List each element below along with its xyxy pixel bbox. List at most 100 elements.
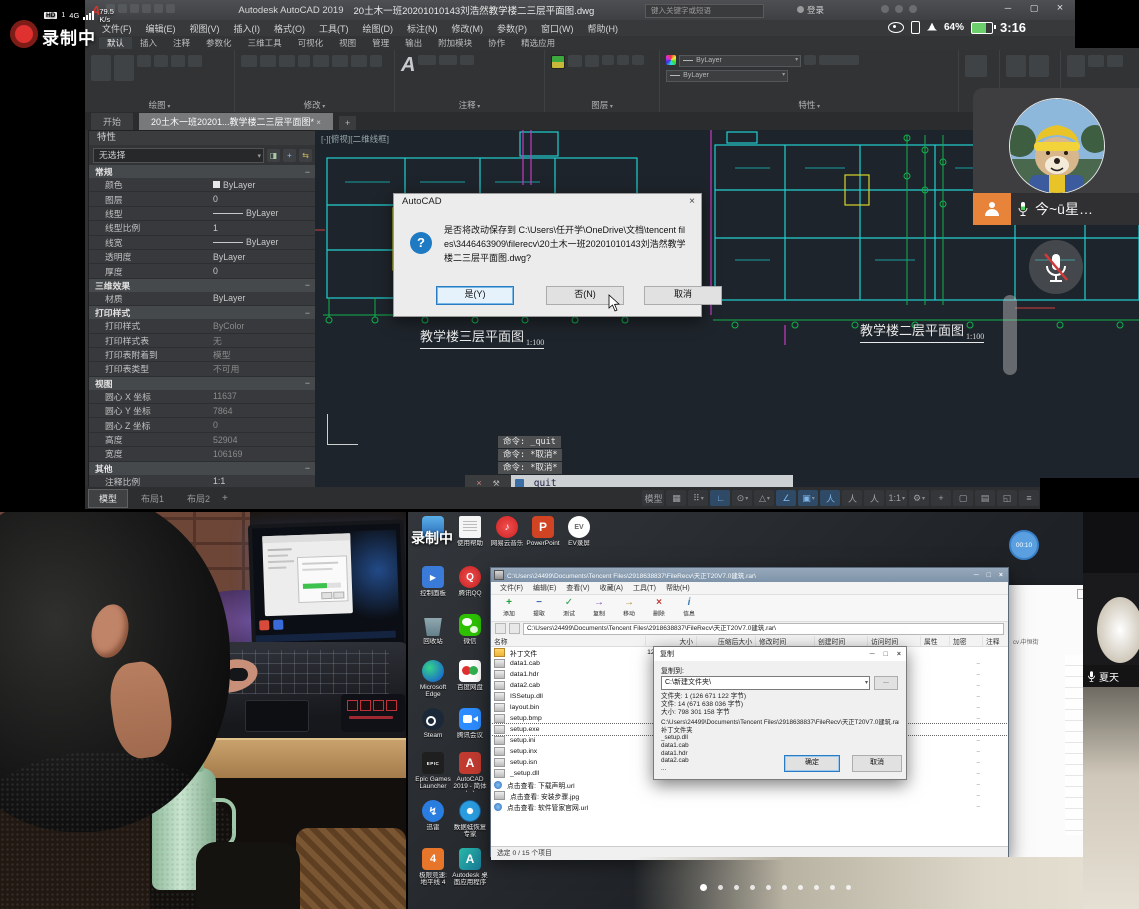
- desktop-icon-help[interactable]: 使用帮助: [452, 516, 488, 547]
- desktop-icon-datafrog[interactable]: 数据蛙恢复专家: [452, 800, 488, 839]
- file-row[interactable]: 点击查看: 软件管家官网.url: [491, 801, 1008, 812]
- status-menu-icon[interactable]: [1019, 490, 1039, 506]
- ribbon-tab-addins[interactable]: 附加模块: [430, 37, 480, 49]
- add-button[interactable]: 添加: [495, 598, 523, 618]
- menu-parametric[interactable]: 参数(P): [490, 22, 534, 35]
- quick-access-toolbar[interactable]: [106, 4, 178, 16]
- command-tools-icon[interactable]: [493, 478, 500, 487]
- copy-cancel-button[interactable]: 取消: [852, 755, 902, 772]
- menu-format[interactable]: 格式(O): [267, 22, 312, 35]
- col-modified[interactable]: 修改时间: [756, 636, 815, 646]
- archive-menu-edit[interactable]: 编辑(E): [528, 583, 561, 593]
- info-button[interactable]: 信息: [675, 598, 703, 618]
- desktop-icon-thunder[interactable]: 迅雷: [415, 800, 451, 831]
- model-space-toggle[interactable]: 模型: [642, 490, 664, 506]
- desktop-icon-pan[interactable]: 百度网盘: [452, 660, 488, 691]
- profile-tile[interactable]: [973, 193, 1011, 225]
- annotation-scale-icon[interactable]: [864, 490, 884, 506]
- isolate-objects-icon[interactable]: [953, 490, 973, 506]
- desktop-icon-controlpanel[interactable]: 控制面板: [415, 566, 451, 597]
- desktop-icon-qq[interactable]: 腾讯QQ: [452, 566, 488, 597]
- archive-minimize-button[interactable]: [974, 572, 979, 579]
- section-plot[interactable]: 打印样式: [89, 306, 316, 319]
- extract-button[interactable]: 提取: [525, 598, 553, 618]
- address-field[interactable]: C:\Users\24499\Documents\Tencent Files\2…: [523, 623, 1004, 635]
- autoscale-icon[interactable]: [842, 490, 862, 506]
- col-encrypted[interactable]: 加密: [950, 636, 983, 646]
- recording-dot-icon[interactable]: [10, 20, 38, 48]
- col-attr[interactable]: 属性: [921, 636, 950, 646]
- archive-menu-view[interactable]: 查看(V): [561, 583, 594, 593]
- copy-maximize-button[interactable]: [884, 651, 888, 658]
- desktop-icon-steam[interactable]: Steam: [415, 708, 451, 739]
- copy-close-button[interactable]: [897, 651, 901, 658]
- snap-toggle-icon[interactable]: [688, 490, 708, 506]
- polar-tracking-icon[interactable]: [732, 490, 752, 506]
- section-3d[interactable]: 三维效果: [89, 279, 316, 292]
- file-row[interactable]: 点击查看: 下载声明.url: [491, 779, 1008, 790]
- model-tab[interactable]: 模型: [88, 489, 128, 508]
- command-close-icon[interactable]: [476, 478, 481, 487]
- object-snap-icon[interactable]: [798, 490, 818, 506]
- ribbon-tab-collaborate[interactable]: 协作: [480, 37, 513, 49]
- clean-screen-icon[interactable]: [997, 490, 1017, 506]
- menu-modify[interactable]: 修改(M): [445, 22, 491, 35]
- annotation-tool-icons[interactable]: [395, 50, 544, 104]
- customization-gear-icon[interactable]: [909, 490, 929, 506]
- draw-tool-icons[interactable]: [85, 50, 234, 104]
- ribbon-tab-output[interactable]: 输出: [397, 37, 430, 49]
- ribbon-panel-modify[interactable]: 修改: [235, 50, 395, 112]
- page-indicator-dots[interactable]: [700, 884, 851, 891]
- ribbon-tab-featured[interactable]: 精选应用: [513, 37, 563, 49]
- menu-window[interactable]: 窗口(W): [534, 22, 581, 35]
- copy-minimize-button[interactable]: [870, 651, 875, 658]
- ribbon-tab-home[interactable]: 默认: [99, 37, 132, 49]
- mute-mic-button[interactable]: [1029, 240, 1083, 294]
- minimize-button[interactable]: [995, 0, 1021, 18]
- ribbon-tab-visualize[interactable]: 可视化: [290, 37, 332, 49]
- test-button[interactable]: 测试: [555, 598, 583, 618]
- object-snap-tracking-icon[interactable]: [776, 490, 796, 506]
- up-folder-icon[interactable]: [495, 623, 506, 634]
- scale-value[interactable]: 1:1: [886, 490, 907, 506]
- isometric-icon[interactable]: [754, 490, 774, 506]
- col-created[interactable]: 创建时间: [815, 636, 868, 646]
- file-row[interactable]: 点击查看: 安装步骤.jpg: [491, 790, 1008, 801]
- maximize-button[interactable]: [1021, 0, 1047, 18]
- meeting-timer-badge[interactable]: 00:10: [1009, 530, 1039, 560]
- hardware-accel-icon[interactable]: [975, 490, 995, 506]
- section-general[interactable]: 常规: [89, 165, 316, 178]
- selection-dropdown[interactable]: 无选择: [93, 148, 264, 163]
- annotation-visibility-icon[interactable]: [820, 490, 840, 506]
- menu-help[interactable]: 帮助(H): [581, 22, 626, 35]
- ribbon-tab-annotate[interactable]: 注释: [165, 37, 198, 49]
- desktop-icon-edge[interactable]: Microsoft Edge: [415, 660, 451, 699]
- menu-edit[interactable]: 编辑(E): [139, 22, 183, 35]
- desktop-icon-autodesk[interactable]: Autodesk 桌面应用程序: [452, 848, 488, 887]
- menu-view[interactable]: 视图(V): [183, 22, 227, 35]
- copy-ok-button[interactable]: 确定: [784, 755, 840, 772]
- toggle-pickadd-icon[interactable]: [267, 149, 280, 162]
- new-layout-button[interactable]: [222, 493, 228, 504]
- desktop-icon-recycle[interactable]: 回收站: [415, 614, 451, 645]
- layer-tool-icons[interactable]: [545, 50, 659, 104]
- modify-tool-icons[interactable]: [235, 50, 394, 104]
- command-input[interactable]: _quit: [511, 475, 793, 487]
- new-tab-button[interactable]: [339, 116, 356, 130]
- titlebar-extra-icons[interactable]: [875, 5, 917, 16]
- menu-dimension[interactable]: 标注(N): [400, 22, 445, 35]
- ribbon-panel-layers[interactable]: 图层: [545, 50, 660, 112]
- archive-close-button[interactable]: [999, 572, 1003, 579]
- desktop-icon-wechat[interactable]: 微信: [452, 614, 488, 645]
- search-input[interactable]: 键入关键字或短语: [645, 4, 764, 18]
- sign-in-button[interactable]: 登录: [797, 4, 824, 16]
- file-tab-document[interactable]: 20土木一班20201...教学楼二三层平面图*: [139, 113, 333, 130]
- select-objects-icon[interactable]: [283, 149, 296, 162]
- archive-menu-favorites[interactable]: 收藏(A): [595, 583, 628, 593]
- color-dropdown[interactable]: ByLayer: [679, 55, 801, 67]
- desktop-icon-epic[interactable]: Epic Games Launcher: [415, 752, 451, 791]
- ribbon-tab-insert[interactable]: 插入: [132, 37, 165, 49]
- move-button[interactable]: 移动: [615, 598, 643, 618]
- ribbon-panel-annotation[interactable]: 注释: [395, 50, 545, 112]
- ribbon-tab-view[interactable]: 视图: [331, 37, 364, 49]
